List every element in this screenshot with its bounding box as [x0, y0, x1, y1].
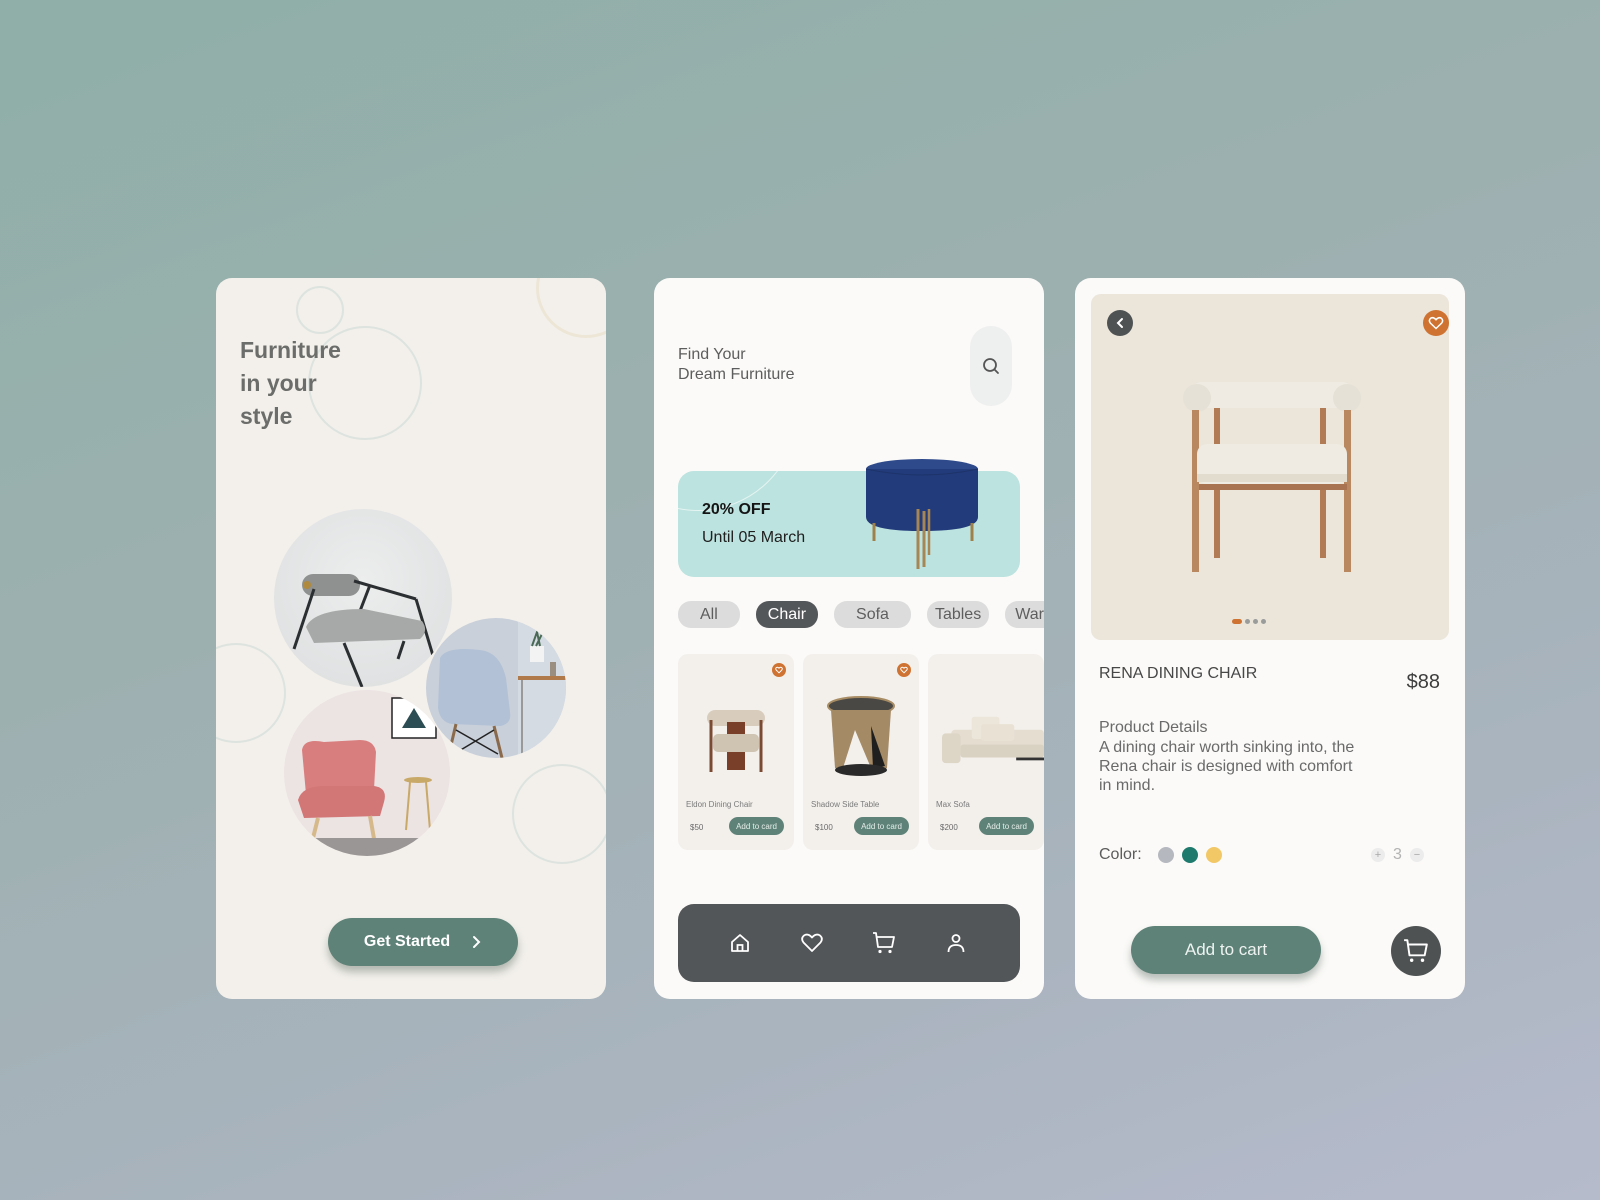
quantity-value: 3	[1393, 846, 1402, 863]
increase-quantity-button[interactable]: +	[1371, 848, 1385, 862]
product-name: Max Sofa	[936, 800, 970, 809]
chevron-left-icon	[1116, 318, 1123, 328]
carousel-dot[interactable]	[1261, 619, 1266, 624]
category-chip-tables[interactable]: Tables	[926, 601, 990, 628]
heart-icon	[1428, 316, 1444, 330]
back-button[interactable]	[1107, 310, 1133, 336]
decor-circle	[296, 286, 344, 334]
decor-circle	[536, 278, 606, 338]
pouf-image	[866, 459, 979, 569]
category-chip-all[interactable]: All	[678, 601, 740, 628]
quantity-stepper: + 3 −	[1371, 846, 1424, 864]
category-chip-wardrobe[interactable]: Ward	[1005, 601, 1044, 628]
product-list: Eldon Dining Chair $50 Add to card Shado…	[678, 654, 1044, 850]
lounge-chair-illustration	[292, 574, 436, 687]
heart-icon	[900, 666, 908, 674]
browse-screen: Find Your Dream Furniture 20% OFF Until …	[654, 278, 1044, 999]
carousel-dot[interactable]	[1245, 619, 1250, 624]
product-name: Eldon Dining Chair	[686, 800, 753, 809]
cart-button[interactable]	[1391, 926, 1441, 976]
category-chips: All Chair Sofa Tables Ward	[678, 601, 1044, 628]
favorite-button[interactable]	[772, 663, 786, 677]
product-price: $50	[690, 823, 704, 832]
color-swatch-gray[interactable]	[1158, 847, 1174, 863]
search-button[interactable]	[970, 326, 1012, 406]
product-image	[678, 684, 794, 794]
favorite-button[interactable]	[897, 663, 911, 677]
add-to-card-button[interactable]: Add to card	[729, 817, 784, 835]
add-to-card-button[interactable]: Add to card	[854, 817, 909, 835]
carousel-dot[interactable]	[1253, 619, 1258, 624]
product-name: Shadow Side Table	[811, 800, 880, 809]
category-chip-sofa[interactable]: Sofa	[834, 601, 911, 628]
product-name: RENA DINING CHAIR	[1099, 665, 1258, 682]
nav-profile[interactable]	[944, 931, 968, 955]
home-icon	[731, 934, 749, 952]
product-detail-screen: RENA DINING CHAIR $88 Product Details A …	[1075, 278, 1465, 999]
color-swatch-teal[interactable]	[1182, 847, 1198, 863]
photo-gray-lounge-chair	[274, 509, 452, 687]
carousel-indicator	[1232, 619, 1266, 624]
product-price: $100	[815, 823, 833, 832]
cart-icon	[873, 932, 895, 954]
product-image	[803, 684, 919, 794]
category-chip-chair[interactable]: Chair	[755, 601, 819, 628]
search-icon	[983, 358, 999, 374]
promo-headline: 20% OFF	[702, 501, 771, 518]
details-text: A dining chair worth sinking into, the R…	[1099, 739, 1355, 794]
add-to-cart-button[interactable]: Add to cart	[1131, 926, 1321, 974]
product-price: $88	[1406, 671, 1440, 693]
promo-subtext: Until 05 March	[702, 529, 806, 546]
nav-favorites[interactable]	[800, 931, 824, 955]
side-table-illustration	[827, 696, 895, 776]
product-card[interactable]: Eldon Dining Chair $50 Add to card	[678, 654, 794, 850]
browse-title: Find Your Dream Furniture	[678, 346, 795, 383]
sofa-illustration	[942, 716, 1044, 764]
photo-blue-shell-chair	[426, 618, 566, 758]
bottom-nav	[678, 904, 1020, 982]
details-title: Product Details	[1099, 719, 1208, 736]
decrease-quantity-button[interactable]: −	[1409, 848, 1424, 862]
photo-pink-accent-chair	[284, 690, 450, 856]
chevron-right-icon	[473, 936, 481, 948]
product-image	[928, 684, 1044, 794]
product-image-carousel[interactable]	[1091, 294, 1449, 640]
carousel-dot-active[interactable]	[1232, 619, 1242, 624]
onboarding-screen: Furniture in your style Get Started	[216, 278, 606, 999]
add-to-card-button[interactable]: Add to card	[979, 817, 1034, 835]
product-card[interactable]: Shadow Side Table $100 Add to card	[803, 654, 919, 850]
decor-circle	[216, 643, 286, 743]
nav-home[interactable]	[728, 931, 752, 955]
color-swatch-yellow[interactable]	[1206, 847, 1222, 863]
product-card[interactable]: Max Sofa $200 Add to card	[928, 654, 1044, 850]
heart-icon	[775, 666, 783, 674]
get-started-button[interactable]: Get Started	[328, 918, 518, 966]
product-price: $200	[940, 823, 958, 832]
color-swatches	[1158, 847, 1222, 863]
shell-chair-illustration	[438, 618, 566, 758]
nav-cart[interactable]	[872, 931, 896, 955]
color-label: Color:	[1099, 846, 1142, 863]
user-icon	[947, 934, 965, 953]
cart-icon	[1404, 939, 1428, 962]
decor-circle	[512, 764, 606, 864]
rena-chair-illustration	[1183, 382, 1361, 572]
promo-banner[interactable]: 20% OFF Until 05 March	[678, 459, 1020, 577]
favorite-button[interactable]	[1423, 310, 1449, 336]
heart-icon	[801, 933, 823, 952]
hero-title: Furniture in your style	[240, 337, 341, 429]
eldon-chair-illustration	[707, 710, 765, 772]
pink-chair-illustration	[284, 697, 450, 856]
get-started-label: Get Started	[363, 933, 451, 950]
